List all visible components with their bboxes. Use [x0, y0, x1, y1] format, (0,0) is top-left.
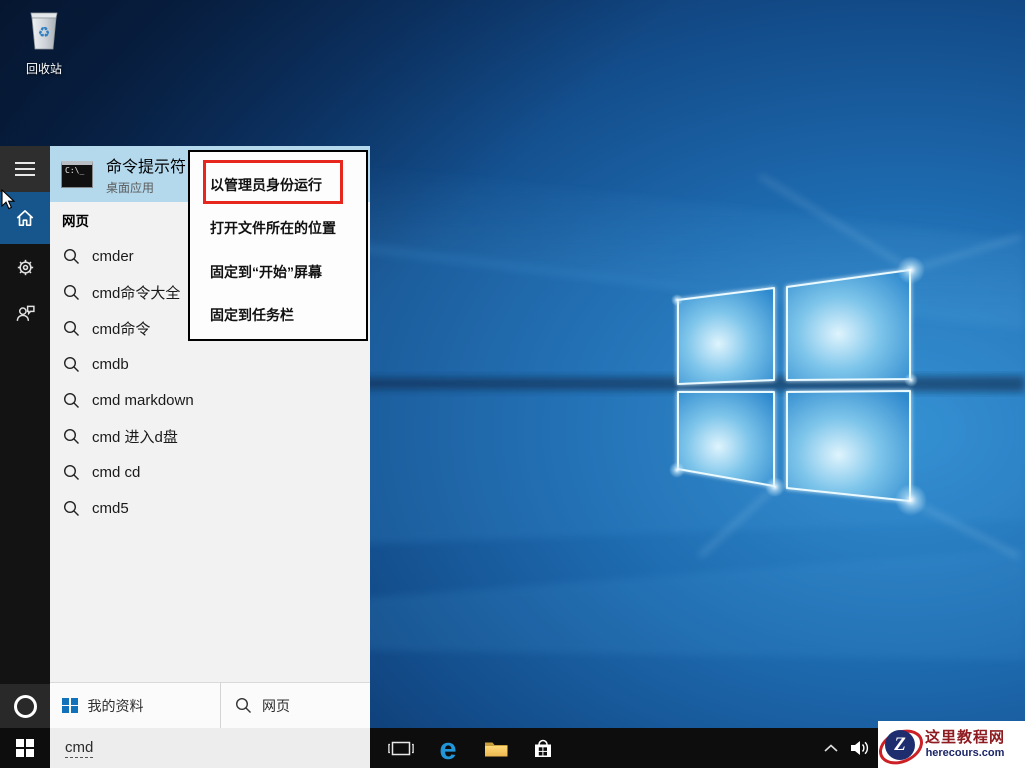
windows-logo-icon — [62, 698, 78, 714]
suggestion-item[interactable]: cmd cd — [50, 454, 370, 490]
cursor-arrow-icon — [1, 189, 17, 211]
store-button[interactable] — [520, 728, 566, 768]
search-icon — [63, 464, 80, 481]
mouse-cursor — [1, 189, 17, 216]
site-logo-icon: Z — [878, 723, 924, 767]
cortana-circle-icon — [14, 695, 37, 718]
windows-10-screen: ♻ 回收站 — [0, 0, 1025, 768]
watermark-site-url: herecours.com — [925, 747, 1005, 759]
store-icon — [532, 739, 554, 758]
top-result-title: 命令提示符 — [106, 153, 186, 177]
menu-item-run-as-administrator[interactable]: 以管理员身份运行 — [210, 175, 322, 195]
home-icon — [14, 207, 36, 229]
menu-item-open-file-location[interactable]: 打开文件所在的位置 — [210, 218, 336, 238]
start-button[interactable] — [0, 728, 50, 768]
search-icon — [63, 320, 80, 337]
top-result-subtitle: 桌面应用 — [106, 179, 186, 196]
site-watermark: Z 这里教程网 herecours.com — [878, 721, 1025, 768]
search-icon — [63, 500, 80, 517]
logo-circle: Z — [885, 730, 915, 760]
search-icon — [63, 284, 80, 301]
svg-text:♻: ♻ — [38, 25, 51, 41]
search-icon — [63, 248, 80, 265]
file-explorer-button[interactable] — [472, 728, 520, 768]
search-sidebar — [0, 146, 50, 728]
search-input[interactable]: cmd — [50, 728, 370, 768]
suggestion-item[interactable]: cmd5 — [50, 490, 370, 526]
edge-browser-button[interactable]: e — [424, 728, 472, 768]
context-menu: 以管理员身份运行 打开文件所在的位置 固定到“开始”屏幕 固定到任务栏 — [188, 150, 368, 341]
hamburger-menu-button[interactable] — [0, 146, 50, 192]
task-view-button[interactable] — [378, 728, 424, 768]
suggestion-item[interactable]: cmd markdown — [50, 382, 370, 418]
gear-icon — [15, 257, 36, 278]
search-icon — [63, 356, 80, 373]
file-explorer-icon — [484, 739, 509, 758]
sidebar-item-feedback[interactable] — [0, 290, 50, 336]
person-chat-icon — [15, 303, 36, 324]
recycle-bin[interactable]: ♻ 回收站 — [12, 8, 76, 77]
menu-item-pin-to-start[interactable]: 固定到“开始”屏幕 — [210, 262, 322, 282]
hamburger-icon — [15, 162, 35, 176]
search-icon — [235, 697, 252, 714]
search-scope-bar: 我的资料 网页 — [50, 682, 370, 728]
recycle-bin-icon: ♻ — [23, 8, 65, 54]
web-section-header: 网页 — [62, 210, 89, 230]
windows-logo-icon — [16, 739, 34, 757]
tray-volume-button[interactable] — [846, 728, 876, 768]
edge-icon: e — [439, 733, 456, 764]
search-input-value: cmd — [65, 739, 93, 758]
suggestion-item[interactable]: cmdb — [50, 346, 370, 382]
speaker-icon — [851, 740, 871, 756]
command-prompt-icon: C:\_ — [61, 161, 93, 188]
suggestion-item[interactable]: cmd 进入d盘 — [50, 418, 370, 454]
search-icon — [63, 428, 80, 445]
chevron-up-icon — [824, 744, 838, 753]
search-icon — [63, 392, 80, 409]
recycle-bin-label: 回收站 — [12, 60, 76, 77]
tab-my-stuff[interactable]: 我的资料 — [50, 683, 220, 728]
menu-item-pin-to-taskbar[interactable]: 固定到任务栏 — [210, 305, 294, 325]
tab-web[interactable]: 网页 — [220, 683, 370, 728]
tray-show-hidden-icons[interactable] — [818, 728, 844, 768]
sidebar-item-settings[interactable] — [0, 244, 50, 290]
task-view-icon — [388, 740, 414, 757]
sidebar-item-cortana[interactable] — [0, 684, 50, 728]
watermark-site-name: 这里教程网 — [925, 730, 1005, 747]
